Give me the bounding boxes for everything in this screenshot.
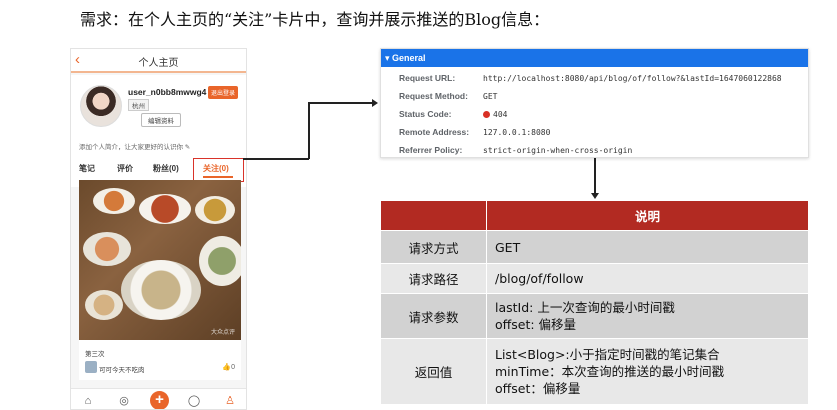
blog-card[interactable]: 大众点评 第三次 可可今天不吃肉 👍0 — [79, 180, 241, 380]
profile-tabs: 笔记 评价 粉丝(0) 关注(0) — [71, 155, 246, 183]
value-line: lastId: 上一次查询的最小时间戳 — [495, 300, 675, 315]
devtools-general-panel: ▾ General Request URL: http://localhost:8… — [380, 48, 809, 158]
profile-card: user_n0bb8mwwg4 退出登录 杭州 编辑资料 添加个人简介，让大家更… — [71, 75, 246, 187]
phone-page-title: 个人主页 — [138, 58, 179, 69]
chat-icon[interactable]: ◯ — [187, 394, 201, 408]
tab-fans[interactable]: 粉丝(0) — [153, 163, 179, 174]
thumbs-up-icon: 👍 — [222, 364, 232, 371]
username: user_n0bb8mwwg4 — [128, 87, 207, 97]
row-value: /blog/of/follow — [486, 263, 809, 294]
user-icon[interactable]: ♙ — [223, 394, 237, 408]
row-value: GET — [483, 92, 498, 101]
row-value: GET — [486, 230, 809, 264]
tab-reviews[interactable]: 评价 — [117, 163, 133, 174]
value-line: offset: 偏移量 — [495, 317, 577, 332]
connector-line — [594, 158, 596, 194]
city-badge: 杭州 — [128, 99, 149, 111]
map-pin-icon[interactable]: ◎ — [117, 394, 131, 408]
row-value: strict-origin-when-cross-origin — [483, 146, 633, 155]
value-line: offset：偏移量 — [495, 381, 581, 396]
arrow-down-icon — [591, 193, 599, 199]
connector-line — [308, 102, 310, 159]
row-value: http://localhost:8080/api/blog/of/follow… — [483, 74, 782, 83]
follow-tab-highlight-box — [193, 158, 244, 182]
table-row: 请求参数 lastId: 上一次查询的最小时间戳 offset: 偏移量 — [380, 293, 809, 339]
table-row: 请求方式 GET — [380, 230, 809, 264]
status-code-row: Status Code: 404 — [399, 109, 507, 119]
add-button[interactable]: + — [150, 391, 169, 409]
value-line: minTime：本次查询的推送的最小时间戳 — [495, 364, 725, 379]
general-section-header[interactable]: ▾ General — [381, 49, 808, 67]
food-photo: 大众点评 — [79, 180, 241, 340]
table-header-title: 说明 — [486, 200, 809, 231]
row-value: 127.0.0.1:8080 — [483, 128, 551, 137]
request-method-row: Request Method: GET — [399, 91, 497, 101]
api-spec-table: 说明 请求方式 GET 请求路径 /blog/of/follow 请求参数 la… — [380, 200, 809, 405]
table-row: 请求路径 /blog/of/follow — [380, 263, 809, 294]
row-key: Request URL: — [399, 73, 456, 83]
row-key: Status Code: — [399, 109, 452, 119]
blog-title: 第三次 — [85, 351, 105, 358]
row-value: lastId: 上一次查询的最小时间戳 offset: 偏移量 — [486, 293, 809, 339]
row-label: 请求路径 — [380, 263, 487, 294]
author-avatar — [85, 361, 97, 373]
home-icon[interactable]: ⌂ — [81, 394, 95, 408]
avatar — [80, 85, 122, 127]
referrer-policy-row: Referrer Policy: strict-origin-when-cross… — [399, 145, 632, 155]
value-line: GET — [495, 239, 521, 255]
blog-author: 可可今天不吃肉 — [99, 367, 145, 374]
like-count-value: 0 — [231, 364, 235, 371]
bottom-nav: ⌂ ◎ + ◯ ♙ — [71, 388, 246, 409]
row-key: Remote Address: — [399, 127, 470, 137]
row-value: List<Blog>:小于指定时间戳的笔记集合 minTime：本次查询的推送的… — [486, 338, 809, 405]
row-key: Request Method: — [399, 91, 468, 101]
request-url-row: Request URL: http://localhost:8080/api/bl… — [399, 73, 782, 83]
table-row: 返回值 List<Blog>:小于指定时间戳的笔记集合 minTime：本次查询… — [380, 338, 809, 405]
requirement-heading: 需求：在个人主页的“关注”卡片中，查询并展示推送的Blog信息： — [80, 10, 550, 29]
photo-watermark: 大众点评 — [210, 330, 235, 336]
like-count[interactable]: 👍0 — [222, 363, 235, 371]
row-label: 请求参数 — [380, 293, 487, 339]
row-label: 返回值 — [380, 338, 487, 405]
table-header-row: 说明 — [380, 200, 809, 231]
table-header-blank — [380, 200, 487, 231]
phone-mockup: ‹ 个人主页 user_n0bb8mwwg4 退出登录 杭州 编辑资料 添加个人… — [70, 48, 247, 410]
connector-line — [243, 158, 309, 160]
edit-profile-button[interactable]: 编辑资料 — [141, 113, 181, 127]
remote-address-row: Remote Address: 127.0.0.1:8080 — [399, 127, 550, 137]
row-key: Referrer Policy: — [399, 145, 463, 155]
tab-notes[interactable]: 笔记 — [79, 163, 95, 174]
logout-button[interactable]: 退出登录 — [208, 86, 239, 99]
value-line: /blog/of/follow — [495, 271, 584, 286]
status-error-icon — [483, 111, 490, 118]
row-value: 404 — [493, 110, 508, 119]
connector-line — [308, 102, 372, 104]
phone-header: ‹ 个人主页 — [71, 49, 246, 73]
intro-text[interactable]: 添加个人简介，让大家更好的认识你 ✎ — [79, 141, 190, 151]
value-line: List<Blog>:小于指定时间戳的笔记集合 — [495, 347, 720, 362]
arrow-right-icon — [372, 99, 378, 107]
row-label: 请求方式 — [380, 230, 487, 264]
